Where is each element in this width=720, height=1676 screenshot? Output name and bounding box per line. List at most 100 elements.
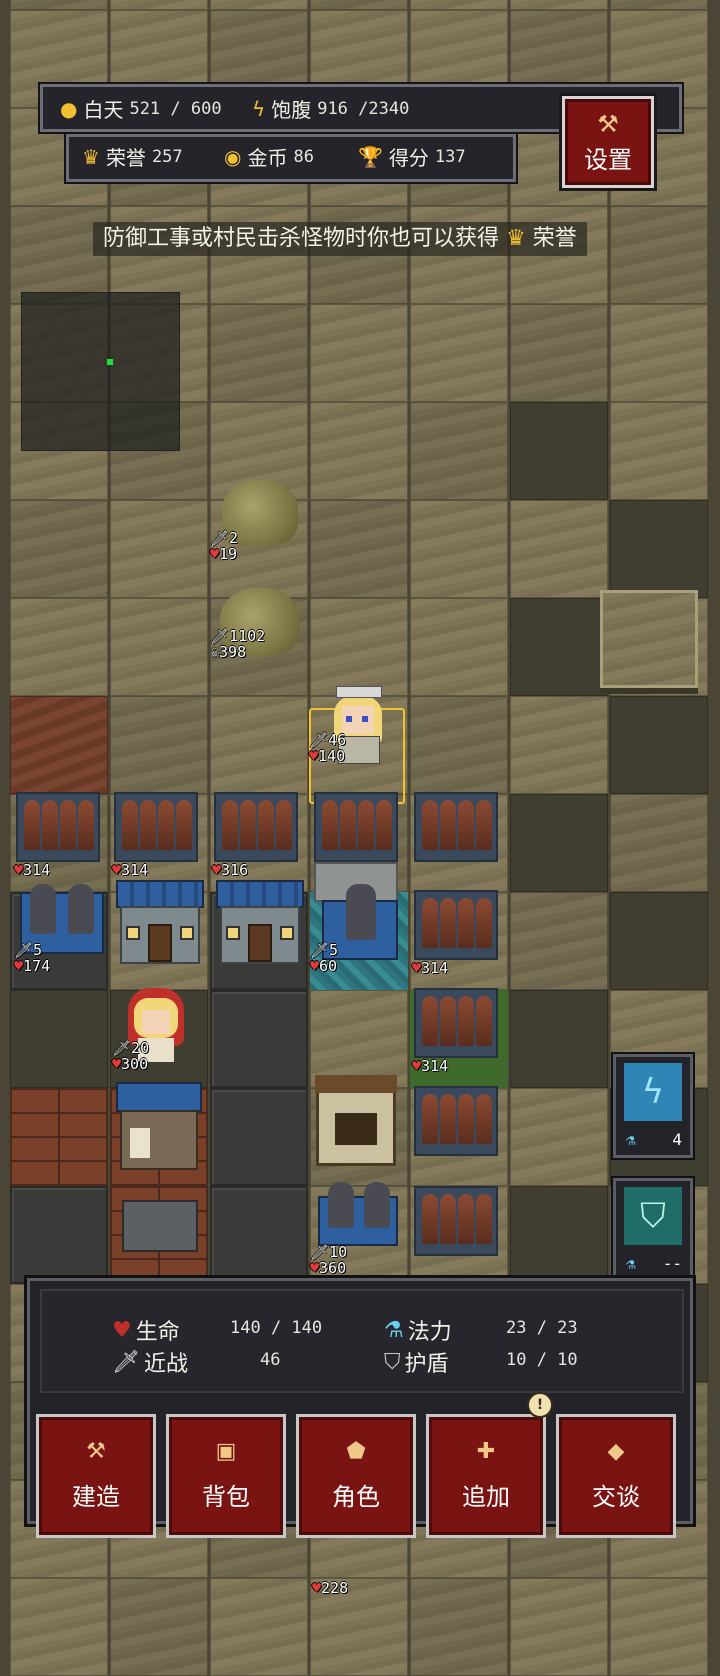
tavern-building[interactable] — [315, 1075, 397, 1166]
mana-stat: ⚗ 法力 23 / 23 — [384, 1317, 578, 1346]
shield-rune-icon: ⛉ — [624, 1187, 682, 1245]
terrain-tile — [210, 1088, 308, 1186]
settings-button[interactable]: ⚒ 设置 — [562, 96, 654, 188]
terrain-tile — [10, 598, 108, 696]
character-icon: ⬟ — [346, 1439, 366, 1464]
terrain-tile — [610, 500, 708, 598]
spike-barricade[interactable] — [414, 1186, 498, 1256]
barricade-hp: ♥314 — [412, 1057, 449, 1075]
terrain-tile — [610, 402, 708, 500]
guard-unit[interactable] — [318, 1182, 398, 1246]
game-map[interactable]: 🗡2 ♥19 🗡1102 ☠398 🗡46 ♥140 ♥314 ♥314 ♥31… — [0, 0, 720, 1676]
terrain-tile — [410, 0, 508, 10]
spike-barricade[interactable] — [314, 792, 398, 862]
notification-badge-icon: ! — [527, 1392, 553, 1418]
score-counter: 🏆 得分 137 — [358, 144, 466, 171]
slime-monster-stats: 🗡2 ♥19 — [210, 529, 239, 563]
barricade-hp: ♥314 — [412, 959, 449, 977]
honor-counter: ♛ 荣誉 257 — [82, 144, 183, 171]
spike-barricade[interactable] — [414, 988, 498, 1058]
guard-stats: 🗡10 ♥360 — [310, 1243, 348, 1277]
terrain-tile — [510, 1186, 608, 1284]
skill-slot-shield[interactable]: ⛉ ⚗ -- — [613, 1178, 693, 1282]
terrain-tile — [610, 304, 708, 402]
terrain-tile — [410, 402, 508, 500]
terrain-tile — [510, 500, 608, 598]
hammer-icon: ⚒ — [86, 1439, 106, 1464]
mana-potion-icon: ⚗ — [626, 1130, 636, 1149]
terrain-tile — [610, 1578, 708, 1676]
character-button[interactable]: ⬟ 角色 — [296, 1414, 416, 1538]
spike-barricade[interactable] — [414, 792, 498, 862]
terrain-tile — [510, 794, 608, 892]
terrain-tile — [10, 990, 108, 1088]
terrain-tile — [410, 304, 508, 402]
stone-block — [600, 590, 698, 688]
mana-potion-icon: ⚗ — [626, 1254, 636, 1273]
guard-stats: 🗡5 ♥60 — [310, 941, 339, 975]
terrain-tile — [510, 1578, 608, 1676]
terrain-tile — [510, 990, 608, 1088]
shop-building[interactable] — [116, 1082, 202, 1174]
village-house[interactable] — [116, 880, 204, 968]
terrain-tile — [510, 1088, 608, 1186]
terrain-tile — [110, 0, 208, 10]
spike-barricade[interactable] — [414, 890, 498, 960]
hp-stat: ♥ 生命 140 / 140 — [112, 1317, 323, 1346]
backpack-icon: ▣ — [215, 1439, 237, 1464]
melee-stat: 🗡 近战 46 — [112, 1349, 281, 1378]
talk-button[interactable]: ◆ 交谈 — [556, 1414, 676, 1538]
barricade-hp: ♥314 — [14, 861, 51, 879]
hint-message: 防御工事或村民击杀怪物时你也可以获得 ♛ 荣誉 — [93, 222, 587, 256]
terrain-tile — [310, 0, 408, 10]
terrain-tile — [10, 1578, 108, 1676]
terrain-tile — [210, 696, 308, 794]
terrain-tile — [610, 696, 708, 794]
terrain-tile — [110, 696, 208, 794]
spike-barricade[interactable] — [16, 792, 100, 862]
satiety-icon: ϟ — [252, 96, 266, 121]
heart-icon: ♥ — [112, 1317, 132, 1343]
terrain-tile — [310, 500, 408, 598]
slime-monster-large-stats: 🗡1102 ☠398 — [210, 627, 266, 661]
workbench[interactable] — [122, 1200, 198, 1252]
terrain-tile — [610, 0, 708, 10]
gold-counter: ◉ 金币 86 — [224, 144, 314, 171]
backpack-button[interactable]: ▣ 背包 — [166, 1414, 286, 1538]
trophy-icon: 🏆 — [358, 144, 383, 169]
build-button[interactable]: ⚒ 建造 — [36, 1414, 156, 1538]
sword-icon: 🗡 — [112, 1349, 140, 1375]
terrain-tile — [310, 304, 408, 402]
terrain-tile — [210, 990, 308, 1088]
shield-stat: ⛉ 护盾 10 / 10 — [384, 1349, 578, 1378]
minimap[interactable] — [21, 292, 180, 451]
add-button[interactable]: ✚ 追加 — [426, 1414, 546, 1538]
terrain-tile — [510, 0, 608, 10]
spike-barricade[interactable] — [114, 792, 198, 862]
barricade-hp: ♥314 — [112, 861, 149, 879]
terrain-tile — [110, 500, 208, 598]
spike-barricade[interactable] — [214, 792, 298, 862]
village-house[interactable] — [216, 880, 304, 968]
terrain-tile — [110, 1578, 208, 1676]
terrain-tile — [610, 892, 708, 990]
terrain-tile — [310, 598, 408, 696]
terrain-tile — [410, 500, 508, 598]
terrain-tile — [310, 402, 408, 500]
skill-slot-lightning[interactable]: ϟ ⚗ 4 — [613, 1054, 693, 1158]
building-hp: ♥228 — [312, 1579, 349, 1597]
coin-icon: ◉ — [224, 144, 242, 169]
terrain-tile — [410, 1578, 508, 1676]
terrain-tile — [210, 1578, 308, 1676]
terrain-tile — [210, 304, 308, 402]
terrain-tile — [410, 598, 508, 696]
terrain-tile — [210, 0, 308, 10]
terrain-tile — [510, 892, 608, 990]
hero-stats: 🗡46 ♥140 — [309, 731, 347, 765]
spike-barricade[interactable] — [414, 1086, 498, 1156]
terrain-tile — [210, 1186, 308, 1284]
wrench-icon: ⚒ — [597, 109, 619, 138]
terrain-tile — [510, 402, 608, 500]
plus-icon: ✚ — [476, 1439, 496, 1464]
terrain-tile — [510, 696, 608, 794]
